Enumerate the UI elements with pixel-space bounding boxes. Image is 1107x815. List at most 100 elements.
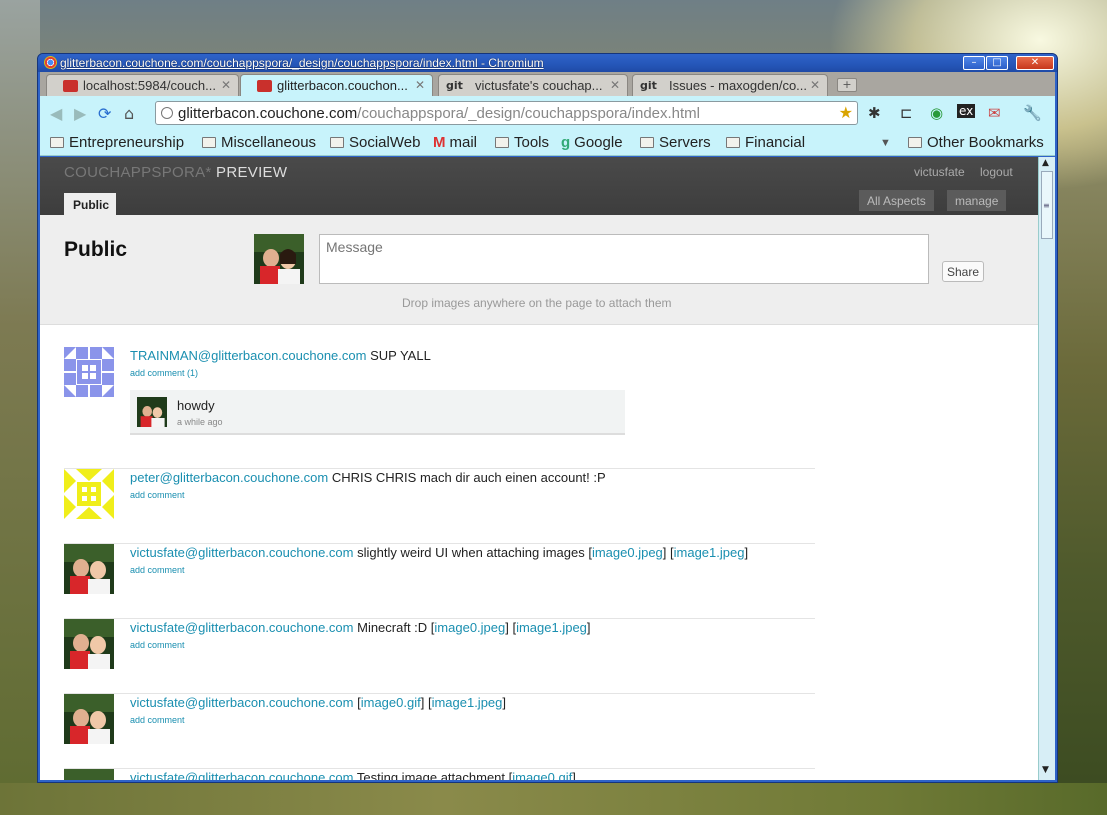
scroll-up-icon[interactable]: ▲ bbox=[1042, 158, 1049, 168]
share-button[interactable]: Share bbox=[942, 261, 984, 282]
folder-icon bbox=[726, 137, 740, 148]
app-header: COUCHAPPSPORA* PREVIEW victusfate logout… bbox=[40, 157, 1038, 215]
tab-close-icon[interactable]: ✕ bbox=[221, 78, 231, 92]
attachment-link[interactable]: image1.jpeg bbox=[674, 545, 745, 560]
bookmark-star-icon[interactable]: ★ bbox=[839, 103, 853, 122]
bookmark-other[interactable]: Other Bookmarks bbox=[908, 134, 1044, 151]
attachment-link[interactable]: image1.jpeg bbox=[516, 620, 587, 635]
reload-icon[interactable]: ⟳ bbox=[98, 104, 111, 123]
post-author-link[interactable]: victusfate@glitterbacon.couchone.com bbox=[130, 620, 353, 635]
scroll-down-icon[interactable]: ▼ bbox=[1042, 765, 1049, 775]
globe-icon bbox=[161, 107, 173, 119]
forward-icon[interactable]: ▶ bbox=[74, 104, 86, 123]
post-body: ] bbox=[502, 695, 507, 710]
avatar bbox=[64, 694, 114, 744]
address-path: /couchappspora/_design/couchappspora/ind… bbox=[357, 105, 701, 122]
post-author-link[interactable]: victusfate@glitterbacon.couchone.com bbox=[130, 695, 353, 710]
avatar bbox=[137, 397, 167, 427]
identicon-avatar bbox=[64, 347, 114, 397]
bookmarks-overflow-chevron-icon[interactable]: ▼ bbox=[880, 137, 891, 149]
comment-timestamp: a while ago bbox=[177, 417, 223, 427]
add-comment-link[interactable]: add comment bbox=[130, 640, 185, 650]
attachment-link[interactable]: image0.jpeg bbox=[434, 620, 505, 635]
share-extension-icon[interactable]: ⊏ bbox=[900, 104, 913, 122]
tab-close-icon[interactable]: ✕ bbox=[415, 78, 425, 92]
vertical-scrollbar[interactable]: ▲ ≡ ▼ bbox=[1038, 157, 1055, 780]
bookmark-google[interactable]: g Google bbox=[561, 134, 623, 151]
add-comment-link[interactable]: add comment bbox=[130, 715, 185, 725]
attachment-link[interactable]: image0.jpeg bbox=[592, 545, 663, 560]
logout-link[interactable]: logout bbox=[980, 165, 1013, 179]
desktop-wallpaper-bottom bbox=[0, 783, 1107, 815]
mail-extension-icon[interactable]: ✉ bbox=[988, 104, 1001, 122]
tab-label: glitterbacon.couchon... bbox=[277, 78, 408, 93]
post-body: ] [ bbox=[420, 695, 432, 710]
tab-close-icon[interactable]: ✕ bbox=[610, 78, 620, 92]
bug-extension-icon[interactable]: ✱ bbox=[868, 104, 881, 122]
composer: Public Share Drop images anywhere on the… bbox=[40, 215, 1038, 325]
post: victusfate@glitterbacon.couchone.com Min… bbox=[64, 619, 815, 694]
post-author-link[interactable]: victusfate@glitterbacon.couchone.com bbox=[130, 770, 353, 780]
close-button[interactable]: ✕ bbox=[1016, 56, 1054, 70]
avatar bbox=[64, 619, 114, 669]
bookmark-tools[interactable]: Tools bbox=[495, 134, 549, 151]
add-comment-link[interactable]: add comment (1) bbox=[130, 368, 198, 378]
window-title: glitterbacon.couchone.com/couchappspora/… bbox=[60, 56, 544, 70]
add-comment-link[interactable]: add comment bbox=[130, 490, 185, 500]
page-title: Public bbox=[64, 238, 128, 261]
comment-text: howdy bbox=[177, 398, 215, 413]
bookmark-label: Tools bbox=[514, 134, 550, 151]
maximize-button[interactable]: □ bbox=[986, 56, 1008, 70]
tab-label: localhost:5984/couch... bbox=[83, 78, 216, 93]
tab-localhost[interactable]: localhost:5984/couch... ✕ bbox=[46, 74, 239, 96]
tab-issues[interactable]: git Issues - maxogden/co... ✕ bbox=[632, 74, 828, 96]
tab-label: victusfate's couchap... bbox=[475, 78, 603, 93]
browser-toolbar: ◀ ▶ ⟳ ⌂ glitterbacon.couchone.com/coucha… bbox=[40, 96, 1055, 129]
attachment-link[interactable]: image0.gif bbox=[361, 695, 421, 710]
bookmark-mail[interactable]: Mmail bbox=[433, 134, 477, 151]
window-titlebar[interactable]: glitterbacon.couchone.com/couchappspora/… bbox=[38, 54, 1057, 72]
bookmark-financial[interactable]: Financial bbox=[726, 134, 805, 151]
bookmark-miscellaneous[interactable]: Miscellaneous bbox=[202, 134, 316, 151]
tab-public[interactable]: Public bbox=[64, 193, 116, 215]
git-icon: git bbox=[640, 79, 657, 92]
ex-extension-icon[interactable]: ex bbox=[957, 104, 976, 118]
scrollbar-grip-icon: ≡ bbox=[1043, 201, 1050, 210]
home-icon[interactable]: ⌂ bbox=[124, 104, 134, 123]
bookmark-socialweb[interactable]: SocialWeb bbox=[330, 134, 420, 151]
bookmark-entrepreneurship[interactable]: Entrepreneurship bbox=[50, 134, 184, 151]
git-icon: git bbox=[446, 79, 463, 92]
bookmark-servers[interactable]: Servers bbox=[640, 134, 711, 151]
post-author-link[interactable]: victusfate@glitterbacon.couchone.com bbox=[130, 545, 353, 560]
tab-glitterbacon[interactable]: glitterbacon.couchon... ✕ bbox=[240, 74, 433, 96]
post-body: slightly weird UI when attaching images … bbox=[357, 545, 592, 560]
message-input[interactable] bbox=[319, 234, 929, 284]
avatar bbox=[254, 234, 304, 284]
app-brand[interactable]: COUCHAPPSPORA* PREVIEW bbox=[64, 164, 287, 181]
add-comment-link[interactable]: add comment bbox=[130, 565, 185, 575]
new-tab-button[interactable]: + bbox=[837, 78, 857, 92]
post-text: TRAINMAN@glitterbacon.couchone.com SUP Y… bbox=[130, 348, 431, 363]
all-aspects-button[interactable]: All Aspects bbox=[859, 190, 934, 211]
attachment-link[interactable]: image1.jpeg bbox=[432, 695, 503, 710]
address-bar[interactable]: glitterbacon.couchone.com/couchappspora/… bbox=[155, 101, 858, 125]
user-link[interactable]: victusfate bbox=[914, 165, 965, 179]
back-icon[interactable]: ◀ bbox=[50, 104, 62, 123]
green-extension-icon[interactable]: ◉ bbox=[930, 104, 943, 122]
post-text: peter@glitterbacon.couchone.com CHRIS CH… bbox=[130, 470, 606, 485]
wrench-icon[interactable]: 🔧 bbox=[1023, 104, 1042, 122]
post: peter@glitterbacon.couchone.com CHRIS CH… bbox=[64, 469, 815, 544]
drop-hint: Drop images anywhere on the page to atta… bbox=[402, 296, 672, 310]
minimize-button[interactable]: – bbox=[963, 56, 985, 70]
brand-preview: PREVIEW bbox=[216, 164, 288, 181]
folder-icon bbox=[50, 137, 64, 148]
identicon-avatar bbox=[64, 469, 114, 519]
post-author-link[interactable]: TRAINMAN@glitterbacon.couchone.com bbox=[130, 348, 366, 363]
bookmark-label: Servers bbox=[659, 134, 711, 151]
tab-victusfate-couchapp[interactable]: git victusfate's couchap... ✕ bbox=[438, 74, 628, 96]
post-author-link[interactable]: peter@glitterbacon.couchone.com bbox=[130, 470, 328, 485]
manage-button[interactable]: manage bbox=[947, 190, 1007, 211]
post-body: Testing image attachment [ bbox=[356, 770, 513, 780]
tab-close-icon[interactable]: ✕ bbox=[810, 78, 820, 92]
attachment-link[interactable]: image0.gif bbox=[512, 770, 572, 780]
